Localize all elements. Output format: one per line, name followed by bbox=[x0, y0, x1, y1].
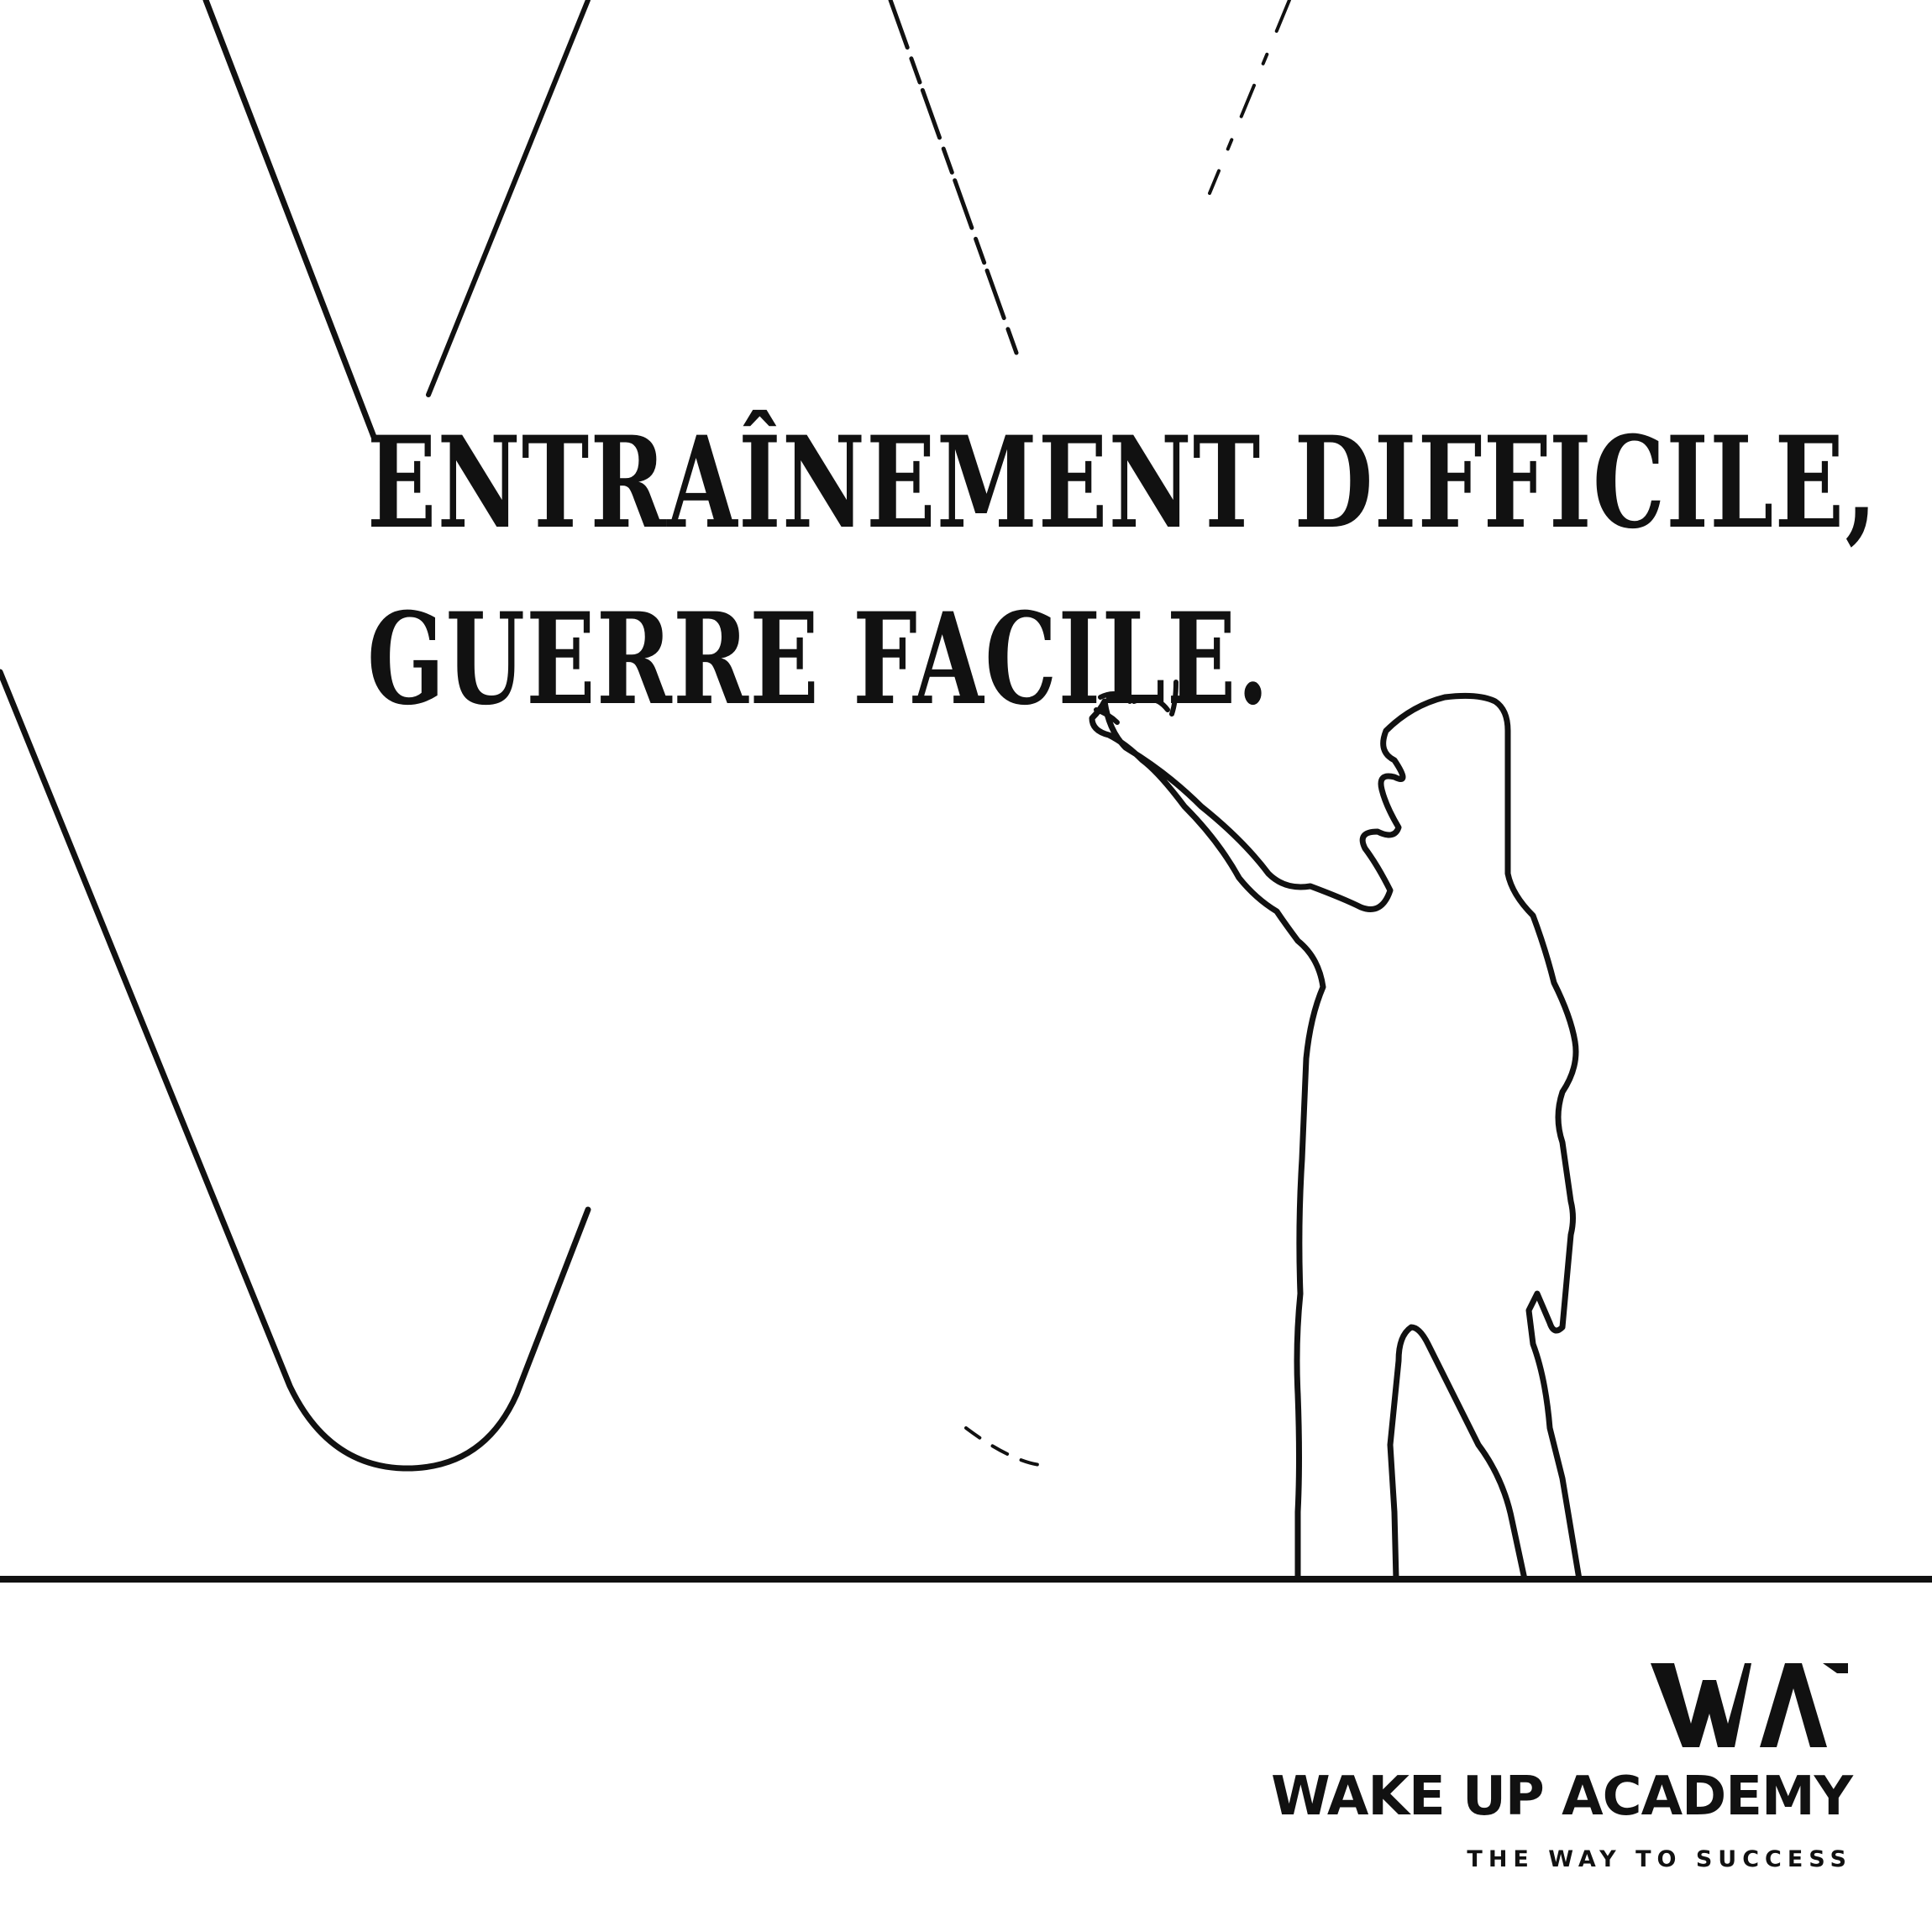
brand-tagline: THE WAY TO SUCCESS bbox=[1467, 1846, 1852, 1872]
w-outline-bowl bbox=[0, 669, 591, 1472]
w-outline-bowl-right bbox=[964, 1426, 1052, 1467]
quote-headline: ENTRAÎNEMENT DIFFICILE, GUERRE FACILE. bbox=[367, 395, 1878, 748]
person-silhouette bbox=[1089, 692, 1583, 1583]
background-illustration bbox=[0, 0, 1932, 1583]
quote-line-1: ENTRAÎNEMENT DIFFICILE, bbox=[367, 409, 1878, 557]
brand-block: WAKE UP ACADEMY THE WAY TO SUCCESS bbox=[1271, 1655, 1853, 1872]
w-outline-right bbox=[1208, 0, 1291, 195]
brand-name: WAKE UP ACADEMY bbox=[1271, 1766, 1853, 1828]
w-outline-middle bbox=[888, 0, 1019, 355]
w-outline-left-inner bbox=[426, 0, 591, 397]
quote-line-2: GUERRE FACILE. bbox=[367, 585, 1270, 733]
wa-monogram-logo-icon bbox=[1651, 1663, 1848, 1747]
w-outline-left bbox=[202, 0, 377, 440]
